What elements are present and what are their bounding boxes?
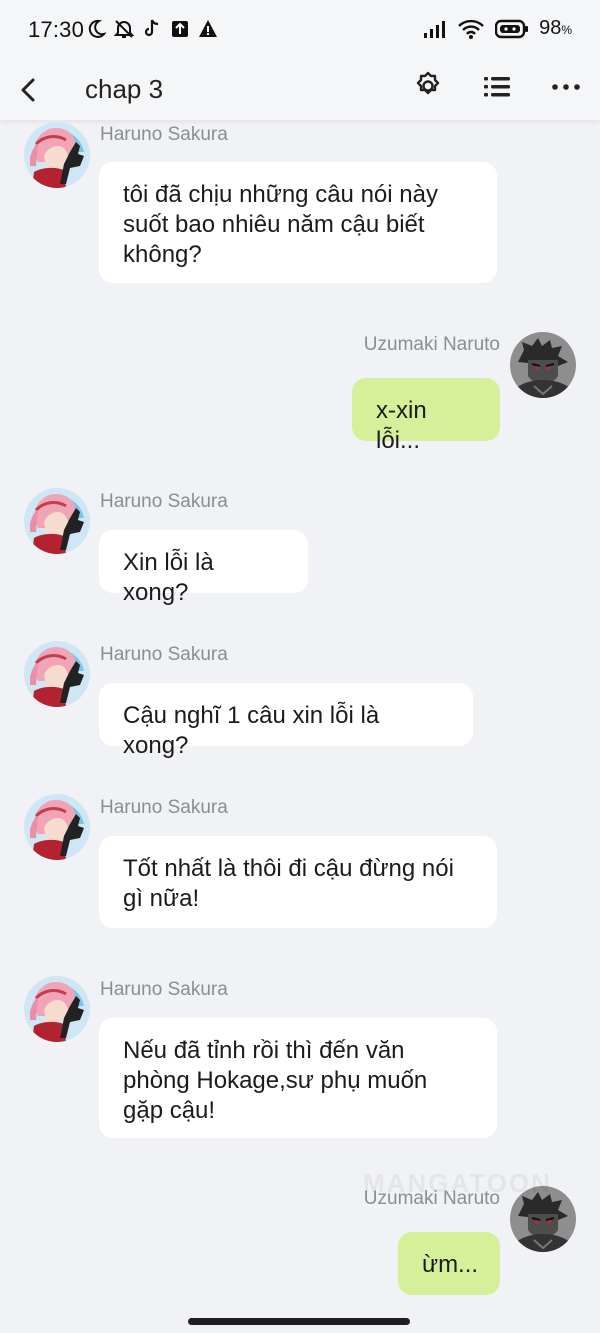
message-line: không? xyxy=(123,241,202,268)
status-bar: 17:30 98% xyxy=(0,0,600,60)
message-line: suốt bao nhiêu năm cậu biết xyxy=(123,211,425,238)
sakura-avatar[interactable] xyxy=(24,488,90,554)
chapter-list-button[interactable] xyxy=(482,72,512,102)
message-item: Uzumaki Naruto ừm... xyxy=(0,1182,600,1307)
sender-name: Uzumaki Naruto xyxy=(363,334,500,355)
message-line: Tốt nhất là thôi đi cậu đừng nói xyxy=(123,855,454,882)
sender-name: Haruno Sakura xyxy=(100,797,228,818)
app-bar: chap 3 xyxy=(0,60,600,120)
moon-icon xyxy=(88,19,106,38)
list-icon xyxy=(484,77,510,97)
message-item: Haruno Sakura Xin lỗi là xong? xyxy=(0,486,600,606)
status-time: 17:30 xyxy=(28,17,85,42)
message-bubble[interactable]: ừm... xyxy=(398,1232,500,1295)
warning-icon xyxy=(199,20,217,37)
message-item: Haruno Sakura Tốt nhất là thôi đi cậu đừ… xyxy=(0,792,600,932)
home-indicator[interactable] xyxy=(188,1318,410,1325)
message-item: Haruno Sakura Cậu nghĩ 1 câu xin lỗi là … xyxy=(0,639,600,759)
message-list[interactable]: Haruno Sakura tôi đã chịu những câu nói … xyxy=(0,120,600,1310)
bell-off-icon xyxy=(114,20,134,38)
sender-name: Haruno Sakura xyxy=(100,979,228,1000)
message-item: Haruno Sakura Nếu đã tỉnh rồi thì đến vă… xyxy=(0,974,600,1144)
wifi-icon xyxy=(458,19,484,39)
status-right-icons: 98% xyxy=(423,17,572,40)
sender-name: Haruno Sakura xyxy=(100,491,228,512)
back-button[interactable] xyxy=(12,72,48,108)
sakura-avatar[interactable] xyxy=(24,641,90,707)
settings-button[interactable] xyxy=(412,70,444,102)
message-line: x-xin lỗi... xyxy=(376,397,427,454)
sakura-avatar[interactable] xyxy=(24,976,90,1042)
battery-icon xyxy=(495,19,529,38)
signal-icon xyxy=(424,20,446,38)
sender-name: Haruno Sakura xyxy=(100,124,228,145)
sender-name: Haruno Sakura xyxy=(100,644,228,665)
sakura-avatar[interactable] xyxy=(24,122,90,188)
naruto-avatar[interactable] xyxy=(510,332,576,398)
more-icon xyxy=(552,84,580,90)
message-item: Haruno Sakura tôi đã chịu những câu nói … xyxy=(0,120,600,290)
sakura-avatar[interactable] xyxy=(24,794,90,860)
message-bubble[interactable]: tôi đã chịu những câu nói này suốt bao n… xyxy=(99,162,497,283)
tiktok-icon xyxy=(144,19,159,37)
page-title: chap 3 xyxy=(85,74,164,104)
upload-icon xyxy=(172,21,188,37)
message-bubble[interactable]: Cậu nghĩ 1 câu xin lỗi là xong? xyxy=(99,683,473,759)
status-left-icons xyxy=(86,18,218,40)
message-bubble[interactable]: x-xin lỗi... xyxy=(352,378,500,454)
message-line: ừm... xyxy=(422,1251,479,1278)
message-line: Cậu nghĩ 1 câu xin lỗi là xong? xyxy=(123,702,380,759)
message-line: gì nữa! xyxy=(123,885,200,912)
watermark: MANGATOON xyxy=(363,1168,552,1198)
message-line: Nếu đã tỉnh rồi thì đến văn xyxy=(123,1037,405,1064)
gear-icon xyxy=(416,71,440,95)
message-line: Xin lỗi là xong? xyxy=(123,549,214,606)
message-bubble[interactable]: Tốt nhất là thôi đi cậu đừng nói gì nữa! xyxy=(99,836,497,928)
message-line: tôi đã chịu những câu nói này xyxy=(123,181,438,208)
message-line: phòng Hokage,sư phụ muốn xyxy=(123,1067,428,1094)
message-item: Uzumaki Naruto x-xin lỗi... xyxy=(0,326,600,454)
message-bubble[interactable]: Xin lỗi là xong? xyxy=(99,530,308,606)
battery-level: 98% xyxy=(539,17,572,39)
message-bubble[interactable]: Nếu đã tỉnh rồi thì đến văn phòng Hokage… xyxy=(99,1018,497,1138)
more-options-button[interactable] xyxy=(550,72,582,102)
message-line: gặp cậu! xyxy=(123,1097,216,1124)
